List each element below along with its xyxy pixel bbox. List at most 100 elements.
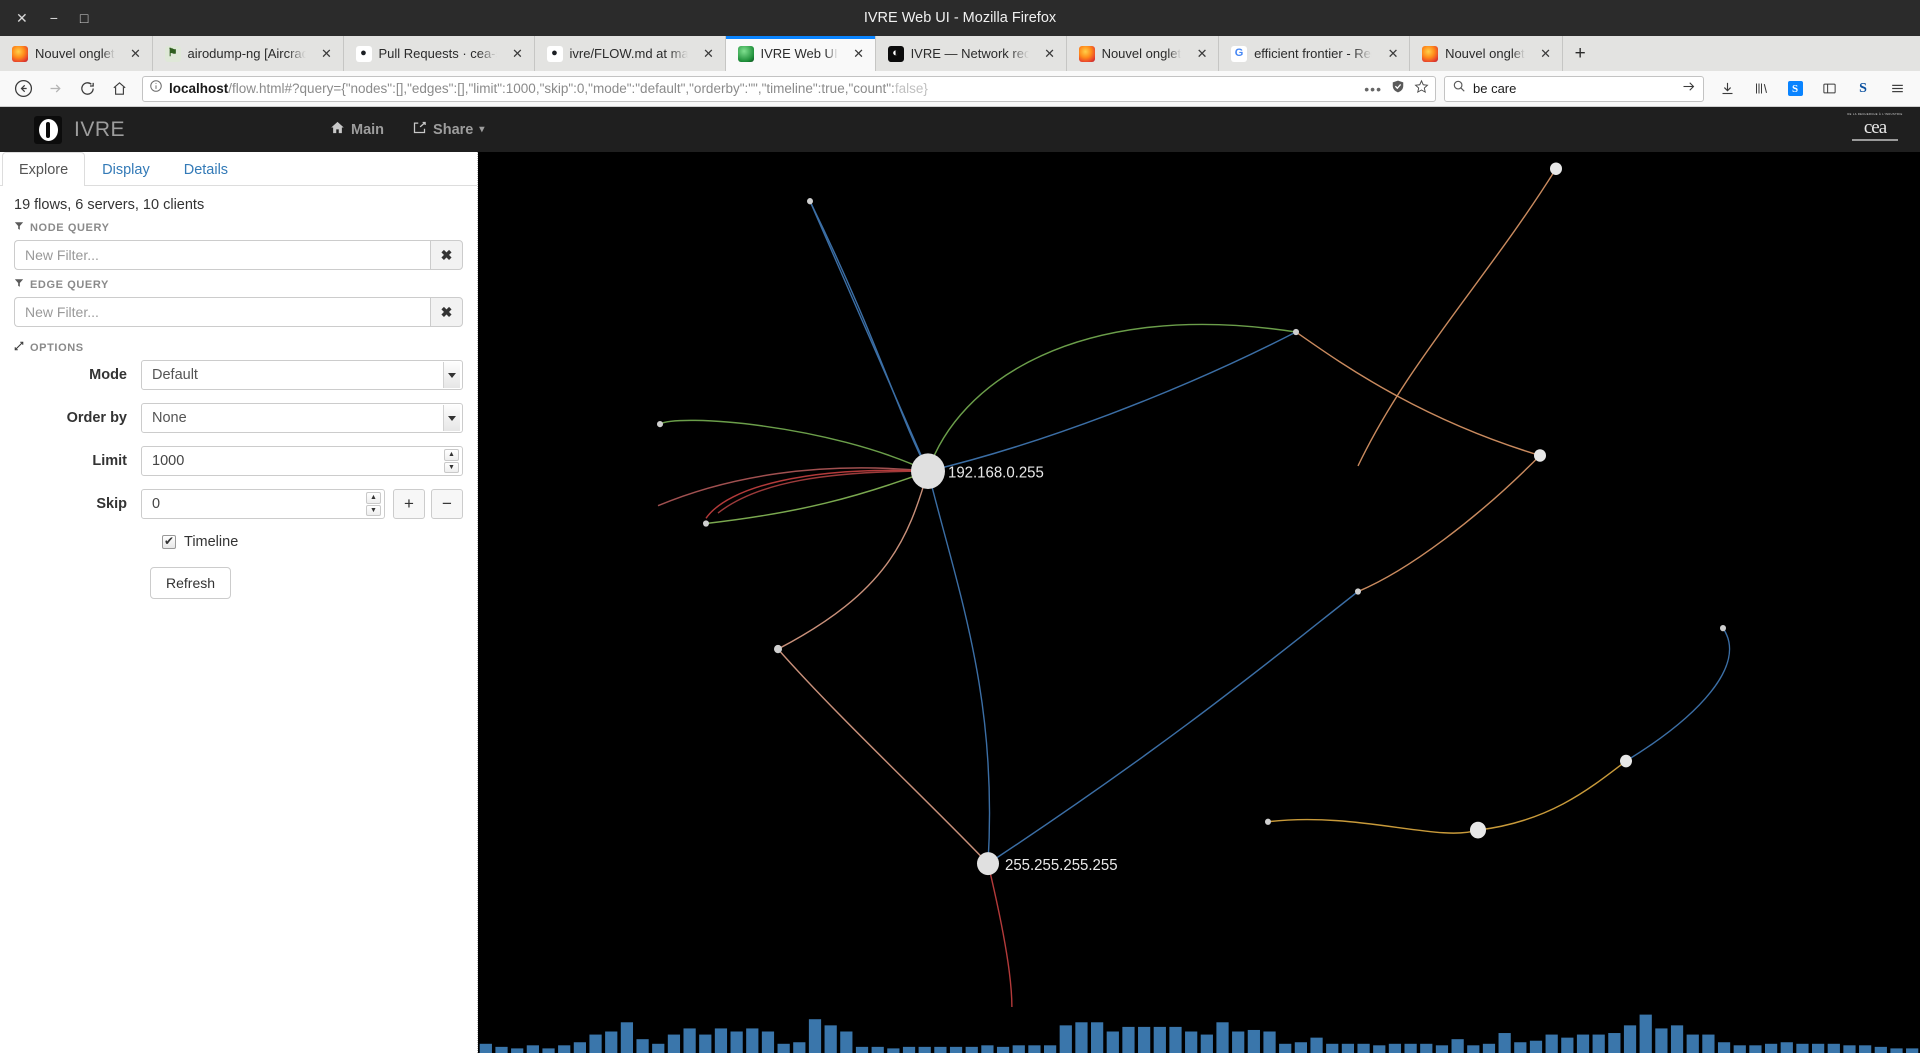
timeline-bar[interactable] <box>1247 1029 1260 1053</box>
timeline-bar[interactable] <box>1420 1043 1433 1053</box>
timeline-bar[interactable] <box>887 1048 900 1053</box>
timeline-bar[interactable] <box>855 1046 869 1053</box>
close-tab-icon[interactable]: ✕ <box>1538 46 1554 62</box>
close-tab-icon[interactable]: ✕ <box>1385 46 1401 62</box>
timeline-histogram[interactable] <box>478 1007 1920 1053</box>
timeline-bar[interactable] <box>1326 1043 1339 1053</box>
timeline-bar[interactable] <box>1404 1043 1417 1053</box>
timeline-bar[interactable] <box>1843 1045 1856 1053</box>
timeline-bar[interactable] <box>965 1046 978 1053</box>
timeline-bar[interactable] <box>1059 1025 1072 1053</box>
timeline-bar[interactable] <box>652 1043 665 1053</box>
node-query-clear-button[interactable]: ✖ <box>430 240 463 270</box>
timeline-bar[interactable] <box>1764 1043 1778 1053</box>
timeline-bar[interactable] <box>1545 1034 1558 1053</box>
mode-select[interactable]: Default <box>141 360 463 390</box>
close-tab-icon[interactable]: ✕ <box>128 46 144 62</box>
timeline-bar[interactable] <box>1122 1026 1135 1053</box>
search-input[interactable]: be care <box>1473 81 1674 96</box>
timeline-bar[interactable] <box>1263 1031 1276 1053</box>
timeline-bar[interactable] <box>589 1034 602 1053</box>
download-icon[interactable] <box>1712 75 1742 103</box>
browser-tab[interactable]: Nouvel onglet ✕ <box>1066 36 1220 71</box>
timeline-bar[interactable] <box>1859 1045 1872 1053</box>
page-actions-button[interactable]: ••• <box>1364 81 1382 97</box>
close-window-button[interactable]: ✕ <box>16 11 28 25</box>
menu-item-main[interactable]: Main <box>330 120 384 139</box>
timeline-bar[interactable] <box>573 1042 586 1053</box>
new-tab-button[interactable]: + <box>1563 36 1598 71</box>
ivre-brand[interactable]: IVRE <box>34 115 125 144</box>
timeline-bar[interactable] <box>1216 1022 1229 1053</box>
timeline-checkbox[interactable] <box>162 534 176 549</box>
browser-tab[interactable]: Nouvel onglet ✕ <box>1410 36 1563 71</box>
minimize-window-button[interactable]: − <box>50 11 58 25</box>
menu-item-share[interactable]: Share ▾ <box>412 120 484 139</box>
library-icon[interactable] <box>1746 75 1776 103</box>
timeline-bar[interactable] <box>1043 1045 1057 1053</box>
url-text[interactable]: localhost/flow.html#?query={"nodes":[],"… <box>169 81 1354 96</box>
timeline-bar[interactable] <box>1200 1034 1213 1053</box>
bookmark-star-icon[interactable] <box>1414 79 1429 99</box>
timeline-bar[interactable] <box>793 1042 806 1053</box>
orderby-select[interactable]: None <box>141 403 463 433</box>
timeline-bar[interactable] <box>699 1034 712 1053</box>
timeline-bar[interactable] <box>1780 1042 1793 1053</box>
timeline-bar[interactable] <box>840 1031 853 1053</box>
timeline-bar[interactable] <box>871 1046 884 1053</box>
close-tab-icon[interactable]: ✕ <box>1194 46 1210 62</box>
timeline-bar[interactable] <box>479 1043 492 1053</box>
menu-icon[interactable] <box>1882 75 1912 103</box>
browser-tab[interactable]: Nouvel onglet ✕ <box>0 36 153 71</box>
timeline-bar[interactable] <box>824 1025 837 1053</box>
skip-stepper[interactable]: ▲ ▼ <box>366 492 381 516</box>
timeline-bar[interactable] <box>1529 1040 1543 1053</box>
sync-icon[interactable]: S <box>1780 75 1810 103</box>
timeline-bar[interactable] <box>683 1028 696 1053</box>
edge-query-input[interactable] <box>14 297 430 327</box>
timeline-bar[interactable] <box>1874 1046 1887 1053</box>
timeline-bar[interactable] <box>1232 1031 1245 1053</box>
tracking-shield-icon[interactable] <box>1391 79 1405 99</box>
timeline-bar[interactable] <box>1608 1033 1621 1053</box>
close-tab-icon[interactable]: ✕ <box>851 46 867 62</box>
timeline-bar[interactable] <box>1185 1031 1198 1053</box>
search-go-icon[interactable] <box>1681 79 1696 99</box>
timeline-bar[interactable] <box>558 1045 571 1053</box>
timeline-bar[interactable] <box>1153 1026 1166 1053</box>
sidebar-icon[interactable] <box>1814 75 1844 103</box>
timeline-bar[interactable] <box>1749 1045 1762 1053</box>
timeline-bar[interactable] <box>1717 1042 1731 1053</box>
timeline-bar[interactable] <box>1012 1045 1025 1053</box>
node-query-input[interactable] <box>14 240 430 270</box>
timeline-bar[interactable] <box>996 1046 1010 1053</box>
flow-graph-svg[interactable]: 192.168.0.255 255.255.255.255 <box>478 152 1920 1053</box>
timeline-bar[interactable] <box>605 1031 618 1053</box>
browser-tab[interactable]: Gefficient frontier - Rec ✕ <box>1219 36 1411 71</box>
timeline-bar[interactable] <box>1686 1034 1699 1053</box>
timeline-bar[interactable] <box>746 1028 759 1053</box>
browser-tab[interactable]: IVRE Web UI ✕ <box>725 36 876 71</box>
timeline-bar[interactable] <box>1623 1025 1637 1053</box>
timeline-bar[interactable] <box>1796 1043 1809 1053</box>
timeline-bar[interactable] <box>636 1039 649 1053</box>
page-info-icon[interactable] <box>149 79 163 98</box>
chevron-down-icon[interactable] <box>443 362 460 388</box>
timeline-bar[interactable] <box>1592 1034 1605 1053</box>
timeline-bar[interactable] <box>526 1045 539 1053</box>
timeline-bar[interactable] <box>620 1022 634 1053</box>
browser-tab[interactable]: ◐ IVRE — Network reco ✕ <box>875 36 1067 71</box>
timeline-bar[interactable] <box>1670 1025 1684 1053</box>
timeline-bar[interactable] <box>1561 1037 1574 1053</box>
close-tab-icon[interactable]: ✕ <box>701 46 717 62</box>
timeline-bar[interactable] <box>1812 1043 1825 1053</box>
timeline-bar[interactable] <box>1435 1045 1449 1053</box>
limit-input[interactable]: 1000 ▲ ▼ <box>141 446 463 476</box>
timeline-bar[interactable] <box>1467 1045 1480 1053</box>
timeline-bar[interactable] <box>1091 1022 1104 1053</box>
timeline-bar[interactable] <box>1451 1039 1464 1053</box>
timeline-bar[interactable] <box>949 1046 963 1053</box>
maximize-window-button[interactable]: □ <box>80 11 88 25</box>
timeline-bar[interactable] <box>1028 1045 1041 1053</box>
edge-query-clear-button[interactable]: ✖ <box>430 297 463 327</box>
